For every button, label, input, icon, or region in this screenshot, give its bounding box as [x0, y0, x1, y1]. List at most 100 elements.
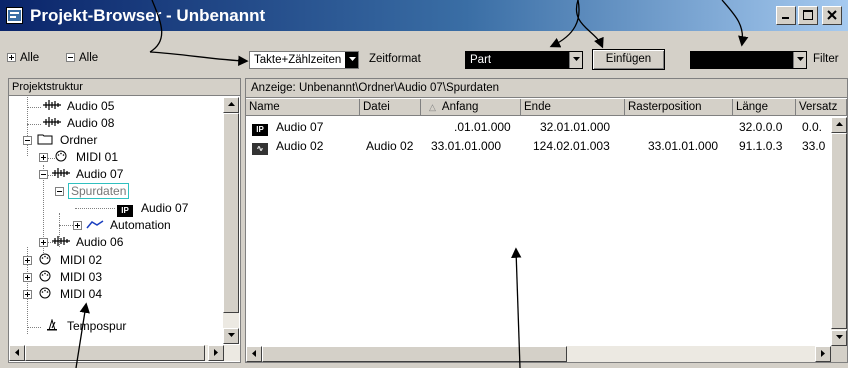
tree-vertical-scrollbar[interactable]: [223, 97, 239, 344]
scroll-right-button[interactable]: [815, 346, 831, 362]
metronome-icon: [47, 319, 57, 331]
tree-item[interactable]: IP Audio 07: [117, 200, 188, 217]
filter-label: Filter: [813, 53, 839, 65]
project-structure-panel: Projektstruktur Audio 05 Audio 08 Ordner…: [8, 78, 241, 363]
audio-part-icon: IP: [252, 124, 268, 136]
tree-item[interactable]: Audio 07: [39, 166, 123, 183]
scroll-up-button[interactable]: [223, 97, 239, 113]
arrow-down-icon: [835, 335, 843, 339]
arrow-left-icon: [14, 349, 19, 356]
event-anfang: .01.01.000: [454, 120, 511, 134]
scroll-up-button[interactable]: [831, 117, 847, 133]
tree-item-selected[interactable]: Spurdaten: [55, 183, 130, 200]
scroll-thumb[interactable]: [831, 133, 847, 329]
table-row[interactable]: ∿ Audio 02 Audio 02 33.01.01.000 124.02.0…: [248, 138, 831, 155]
scroll-down-button[interactable]: [223, 328, 239, 344]
event-ende: 32.01.01.000: [540, 120, 611, 134]
column-header-ende[interactable]: Ende: [521, 99, 625, 116]
event-raster: 33.01.01.000: [648, 139, 719, 153]
tree-item[interactable]: Audio 08: [43, 115, 114, 132]
arrow-up-icon: [835, 122, 843, 126]
event-ende: 124.02.01.003: [533, 139, 610, 153]
event-name: ∿ Audio 02: [252, 138, 323, 155]
toolbar: Alle Alle Takte+Zählzeiten Zeitformat Pa…: [0, 31, 848, 76]
arrow-up-icon: [227, 102, 235, 106]
automation-icon: [86, 220, 104, 229]
audio-track-icon: [52, 168, 70, 178]
dropdown-arrow-icon: [793, 52, 806, 68]
display-path: Anzeige: Unbenannt\Ordner\Audio 07\Spurd…: [246, 79, 847, 98]
minimize-icon: [782, 17, 789, 19]
tree-item[interactable]: MIDI 01: [39, 149, 118, 166]
tree-item[interactable]: MIDI 03: [23, 269, 102, 286]
time-format-select[interactable]: Takte+Zählzeiten: [249, 51, 359, 69]
collapse-icon[interactable]: [39, 170, 48, 179]
tree-item[interactable]: Ordner: [23, 132, 97, 149]
event-laenge: 91.1.0.3: [739, 139, 783, 153]
column-header-rasterposition[interactable]: Rasterposition: [625, 99, 733, 116]
event-anfang: 33.01.01.000: [431, 139, 502, 153]
event-laenge: 32.0.0.0: [739, 120, 783, 134]
scroll-thumb[interactable]: [223, 113, 239, 313]
maximize-button[interactable]: [798, 6, 818, 25]
event-datei: Audio 02: [366, 139, 414, 153]
midi-track-icon: [39, 287, 51, 299]
project-structure-header: Projektstruktur: [9, 79, 240, 96]
scroll-left-button[interactable]: [9, 345, 25, 361]
column-header-name[interactable]: Name: [246, 99, 360, 116]
tree-item[interactable]: Automation: [73, 217, 171, 234]
column-header-datei[interactable]: Datei: [360, 99, 421, 116]
tree-horizontal-scrollbar[interactable]: [9, 345, 240, 361]
dropdown-arrow-icon: [569, 52, 582, 68]
midi-track-icon: [55, 150, 67, 162]
table-row[interactable]: IP Audio 07 .01.01.000 32.01.01.000 32.0.…: [248, 119, 831, 136]
scroll-thumb[interactable]: [262, 346, 567, 362]
event-versatz: 0.0.0: [802, 120, 822, 134]
tree-item[interactable]: MIDI 04: [23, 286, 102, 303]
filter-select[interactable]: [690, 51, 807, 69]
collapse-icon[interactable]: [23, 136, 32, 145]
tree-item[interactable]: Audio 05: [43, 98, 114, 115]
insert-button[interactable]: Einfügen: [592, 49, 665, 70]
column-header-versatz[interactable]: Versatz: [796, 99, 847, 116]
column-header-anfang[interactable]: △ Anfang: [421, 99, 521, 116]
collapse-icon[interactable]: [55, 187, 64, 196]
audio-event-icon: ∿: [252, 143, 268, 155]
expand-icon[interactable]: [23, 273, 32, 282]
arrow-right-icon: [820, 350, 825, 357]
window-title: Projekt-Browser - Unbenannt: [30, 6, 266, 25]
midi-track-icon: [39, 253, 51, 265]
arrow-right-icon: [213, 349, 218, 356]
title-bar[interactable]: Projekt-Browser - Unbenannt: [0, 0, 848, 31]
sort-ascending-icon: △: [429, 102, 436, 112]
tree-item[interactable]: Tempospur: [43, 318, 126, 335]
collapse-all-button[interactable]: Alle: [66, 52, 98, 64]
close-icon: [827, 10, 837, 20]
scroll-thumb[interactable]: [25, 345, 205, 361]
tree-item[interactable]: MIDI 02: [23, 252, 102, 269]
close-button[interactable]: [822, 6, 842, 25]
expand-icon: [7, 53, 16, 62]
expand-icon[interactable]: [73, 221, 82, 230]
event-name: IP Audio 07: [252, 119, 323, 136]
maximize-icon: [803, 10, 813, 20]
audio-track-icon: [43, 117, 61, 127]
collapse-icon: [66, 53, 75, 62]
expand-icon[interactable]: [23, 256, 32, 265]
resize-grip-icon[interactable]: [831, 346, 847, 362]
scroll-left-button[interactable]: [246, 346, 262, 362]
list-horizontal-scrollbar[interactable]: [246, 346, 831, 362]
minimize-button[interactable]: [776, 6, 796, 25]
type-select[interactable]: Part: [465, 51, 583, 69]
expand-icon[interactable]: [39, 238, 48, 247]
arrow-left-icon: [251, 350, 256, 357]
tree-item[interactable]: Audio 06: [39, 234, 123, 251]
scroll-right-button[interactable]: [208, 345, 224, 361]
expand-all-button[interactable]: Alle: [7, 52, 39, 64]
column-header-laenge[interactable]: Länge: [733, 99, 796, 116]
list-vertical-scrollbar[interactable]: [831, 117, 847, 346]
expand-icon[interactable]: [39, 153, 48, 162]
audio-track-icon: [52, 236, 70, 246]
scroll-down-button[interactable]: [831, 330, 847, 346]
expand-icon[interactable]: [23, 290, 32, 299]
